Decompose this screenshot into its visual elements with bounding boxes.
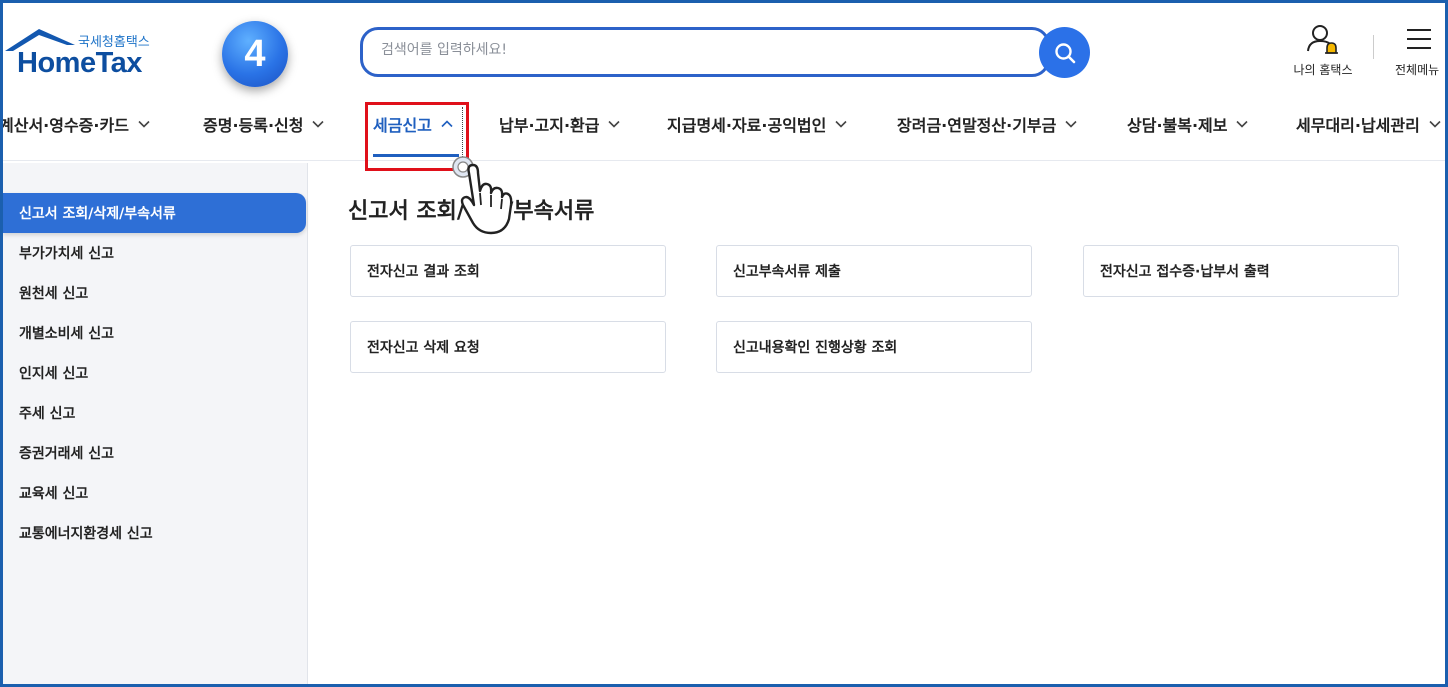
sidebar-item-traffic-energy[interactable]: 교통에너지환경세 신고 bbox=[3, 513, 306, 553]
my-hometax-label: 나의 홈택스 bbox=[1293, 63, 1353, 77]
nav-item-label: 납부·고지·환급 bbox=[499, 116, 600, 135]
nav-item-payment-statements[interactable]: 지급명세·자료·공익법인 bbox=[667, 111, 847, 137]
sidebar-item-education[interactable]: 교육세 신고 bbox=[3, 473, 306, 513]
chevron-down-icon bbox=[1065, 120, 1077, 128]
hamburger-menu-icon bbox=[1407, 29, 1431, 49]
step-number: 4 bbox=[244, 32, 266, 75]
logo-wordmark: HomeTax bbox=[17, 47, 142, 79]
sidebar-item-securities[interactable]: 증권거래세 신고 bbox=[3, 433, 306, 473]
nav-item-payment-notice-refund[interactable]: 납부·고지·환급 bbox=[499, 111, 621, 137]
screen-frame: 국세청홈택스 HomeTax 4 나의 홈택스 전체메뉴 bbox=[0, 0, 1448, 687]
chevron-down-icon bbox=[608, 120, 621, 128]
pointer-hand-icon bbox=[452, 156, 513, 235]
nav-item-label: 계산서·영수증·카드 bbox=[0, 116, 129, 135]
my-hometax-button[interactable]: 나의 홈택스 bbox=[1283, 23, 1363, 83]
nav-item-label: 지급명세·자료·공익법인 bbox=[667, 116, 827, 135]
step-number-badge: 4 bbox=[222, 21, 288, 87]
nav-item-tax-agent[interactable]: 세무대리·납세관리 bbox=[1296, 111, 1441, 137]
nav-item-consultation-appeal[interactable]: 상담·불복·제보 bbox=[1127, 111, 1249, 137]
nav-item-label: 장려금·연말정산·기부금 bbox=[897, 116, 1057, 135]
sidebar-item-liquor[interactable]: 주세 신고 bbox=[3, 393, 306, 433]
search-button[interactable] bbox=[1039, 27, 1090, 78]
search-icon bbox=[1054, 42, 1075, 63]
sidebar: 신고서 조회/삭제/부속서류 부가가치세 신고 원천세 신고 개별소비세 신고 … bbox=[3, 163, 308, 684]
nav-item-label: 증명·등록·신청 bbox=[203, 116, 304, 135]
card-progress-inquiry[interactable]: 신고내용확인 진행상황 조회 bbox=[716, 321, 1032, 373]
nav-item-label: 상담·불복·제보 bbox=[1127, 116, 1228, 135]
nav-item-invoice-receipt-card[interactable]: 계산서·영수증·카드 bbox=[0, 111, 150, 137]
sidebar-item-stamp[interactable]: 인지세 신고 bbox=[3, 353, 306, 393]
sidebar-item-vat[interactable]: 부가가치세 신고 bbox=[3, 233, 306, 273]
chevron-down-icon bbox=[312, 120, 325, 128]
nav-item-label: 세무대리·납세관리 bbox=[1296, 116, 1420, 135]
nav-item-certificate-registration[interactable]: 증명·등록·신청 bbox=[203, 111, 325, 137]
chevron-down-icon bbox=[835, 120, 847, 128]
main-nav: 계산서·영수증·카드 증명·등록·신청 세금신고 납부·고지·환급 지급명세·자… bbox=[0, 99, 1445, 161]
sidebar-item-excise[interactable]: 개별소비세 신고 bbox=[3, 313, 306, 353]
all-menu-label: 전체메뉴 bbox=[1395, 63, 1440, 77]
sidebar-item-return-inquiry[interactable]: 신고서 조회/삭제/부속서류 bbox=[3, 193, 306, 233]
card-receipt-print[interactable]: 전자신고 접수증·납부서 출력 bbox=[1083, 245, 1399, 297]
card-delete-request[interactable]: 전자신고 삭제 요청 bbox=[350, 321, 666, 373]
user-bell-icon bbox=[1307, 25, 1338, 54]
nav-item-incentive-year-end[interactable]: 장려금·연말정산·기부금 bbox=[897, 111, 1077, 137]
sidebar-item-withholding[interactable]: 원천세 신고 bbox=[3, 273, 306, 313]
hometax-logo[interactable]: 국세청홈택스 HomeTax bbox=[3, 25, 163, 81]
card-attachment-submit[interactable]: 신고부속서류 제출 bbox=[716, 245, 1032, 297]
chevron-down-icon bbox=[138, 120, 150, 128]
card-e-filing-result[interactable]: 전자신고 결과 조회 bbox=[350, 245, 666, 297]
all-menu-button[interactable]: 전체메뉴 bbox=[1387, 23, 1445, 83]
header-divider bbox=[1373, 35, 1374, 59]
search-input[interactable] bbox=[381, 42, 1021, 58]
search-box[interactable] bbox=[360, 27, 1050, 77]
chevron-down-icon bbox=[1236, 120, 1249, 128]
chevron-down-icon bbox=[1429, 120, 1441, 128]
